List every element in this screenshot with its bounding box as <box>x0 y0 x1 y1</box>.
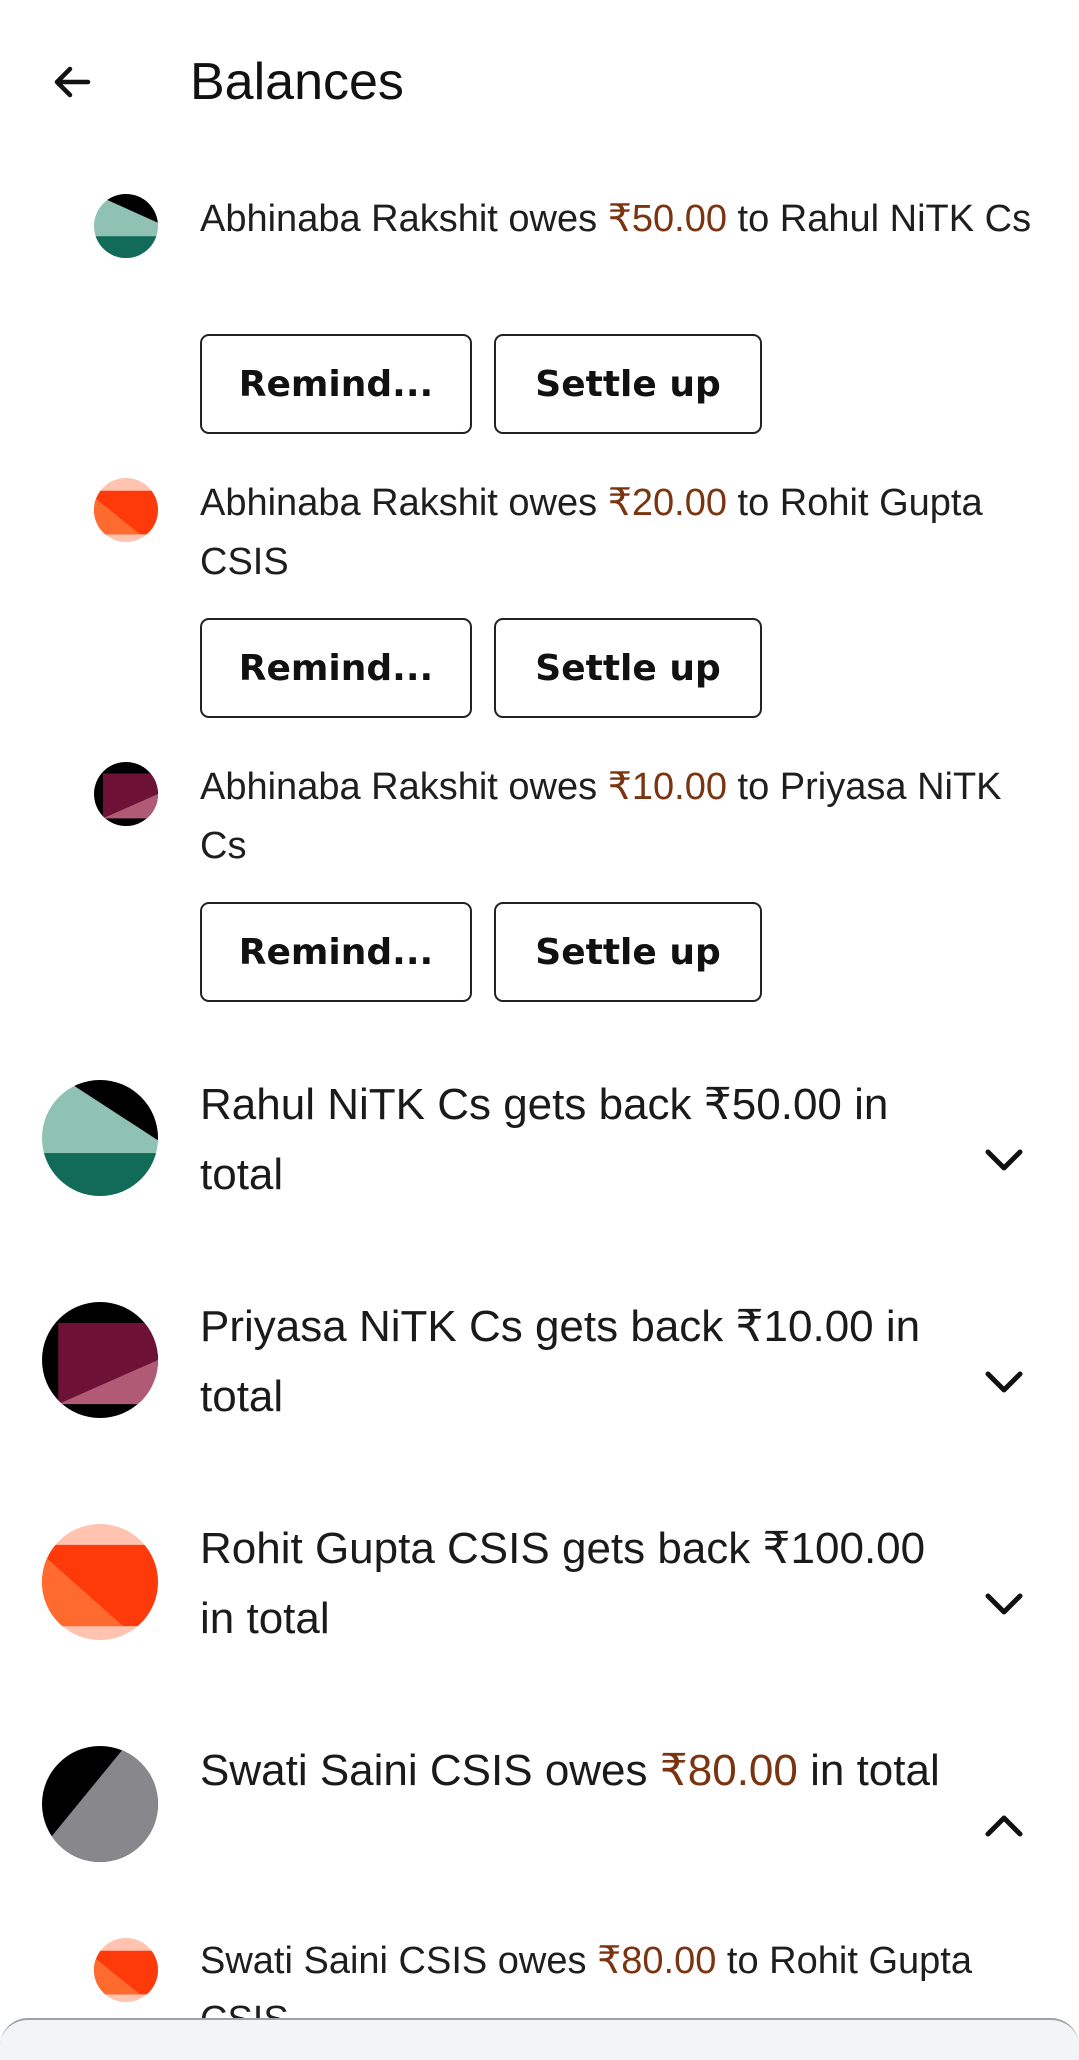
balance-status: owes <box>544 1746 648 1795</box>
settle-up-button[interactable]: Settle up <box>494 902 762 1002</box>
avatar <box>94 194 158 258</box>
chevron-down-icon[interactable] <box>980 1580 1028 1628</box>
chevron-down-icon[interactable] <box>980 1136 1028 1184</box>
avatar <box>94 478 158 542</box>
chevron-up-icon[interactable] <box>980 1802 1028 1850</box>
member-name: Rahul NiTK Cs <box>200 1080 491 1129</box>
avatar <box>42 1080 158 1196</box>
remind-button[interactable]: Remind... <box>200 902 472 1002</box>
debtor-name: Abhinaba Rakshit <box>200 198 498 240</box>
avatar <box>94 1938 158 2002</box>
settle-up-button[interactable]: Settle up <box>494 618 762 718</box>
debt-text: Abhinaba Rakshit owes ₹20.00 to Rohit Gu… <box>200 474 1040 592</box>
debtor-name: Abhinaba Rakshit <box>200 482 498 524</box>
avatar-band <box>42 1153 158 1196</box>
avatar <box>42 1746 158 1862</box>
balance-suffix: in total <box>810 1746 940 1795</box>
avatar-band <box>94 236 158 258</box>
balance-amount: ₹50.00 <box>703 1080 842 1129</box>
debt-text: Abhinaba Rakshit owes ₹50.00 to Rahul Ni… <box>200 190 1040 249</box>
app-bar: Balances <box>0 0 1079 160</box>
debt-amount: ₹50.00 <box>607 198 727 240</box>
bottom-sheet-edge <box>0 2018 1079 2060</box>
remind-button[interactable]: Remind... <box>200 334 472 434</box>
page-title: Balances <box>190 53 404 111</box>
debt-amount: ₹10.00 <box>607 766 727 808</box>
member-name: Priyasa NiTK Cs <box>200 1302 523 1351</box>
avatar <box>42 1524 158 1640</box>
member-name: Swati Saini CSIS <box>200 1746 533 1795</box>
debt-verb: owes <box>508 482 598 524</box>
balance-status: gets back <box>534 1302 724 1351</box>
balance-group-swati[interactable]: Swati Saini CSIS owes ₹80.00 in total <box>0 1736 1079 1936</box>
debtor-name: Abhinaba Rakshit <box>200 766 498 808</box>
debt-verb: owes <box>497 1940 587 1982</box>
debt-text: Abhinaba Rakshit owes ₹10.00 to Priyasa … <box>200 758 1040 876</box>
debt-amount: ₹20.00 <box>607 482 727 524</box>
balance-suffix: in total <box>200 1594 330 1643</box>
group-summary: Priyasa NiTK Cs gets back ₹10.00 in tota… <box>200 1292 960 1432</box>
balance-amount: ₹100.00 <box>762 1524 926 1573</box>
creditor-text: to Rahul NiTK Cs <box>737 198 1032 240</box>
debt-amount: ₹80.00 <box>597 1940 717 1982</box>
debt-verb: owes <box>508 198 598 240</box>
settle-up-button[interactable]: Settle up <box>494 334 762 434</box>
balance-group-rahul[interactable]: Rahul NiTK Cs gets back ₹50.00 in total <box>0 1070 1079 1270</box>
group-summary: Swati Saini CSIS owes ₹80.00 in total <box>200 1736 960 1806</box>
debt-verb: owes <box>508 766 598 808</box>
group-summary: Rahul NiTK Cs gets back ₹50.00 in total <box>200 1070 960 1210</box>
balance-group-priyasa[interactable]: Priyasa NiTK Cs gets back ₹10.00 in tota… <box>0 1292 1079 1492</box>
balance-amount: ₹10.00 <box>735 1302 874 1351</box>
member-name: Rohit Gupta CSIS <box>200 1524 550 1573</box>
avatar <box>94 762 158 826</box>
remind-button[interactable]: Remind... <box>200 618 472 718</box>
chevron-down-icon[interactable] <box>980 1358 1028 1406</box>
avatar <box>42 1302 158 1418</box>
arrow-left-icon[interactable] <box>48 58 96 106</box>
balance-status: gets back <box>503 1080 692 1129</box>
balance-group-rohit[interactable]: Rohit Gupta CSIS gets back ₹100.00 in to… <box>0 1514 1079 1714</box>
balance-status: gets back <box>561 1524 751 1573</box>
debtor-name: Swati Saini CSIS <box>200 1940 488 1982</box>
group-summary: Rohit Gupta CSIS gets back ₹100.00 in to… <box>200 1514 960 1654</box>
balance-amount: ₹80.00 <box>659 1746 798 1795</box>
